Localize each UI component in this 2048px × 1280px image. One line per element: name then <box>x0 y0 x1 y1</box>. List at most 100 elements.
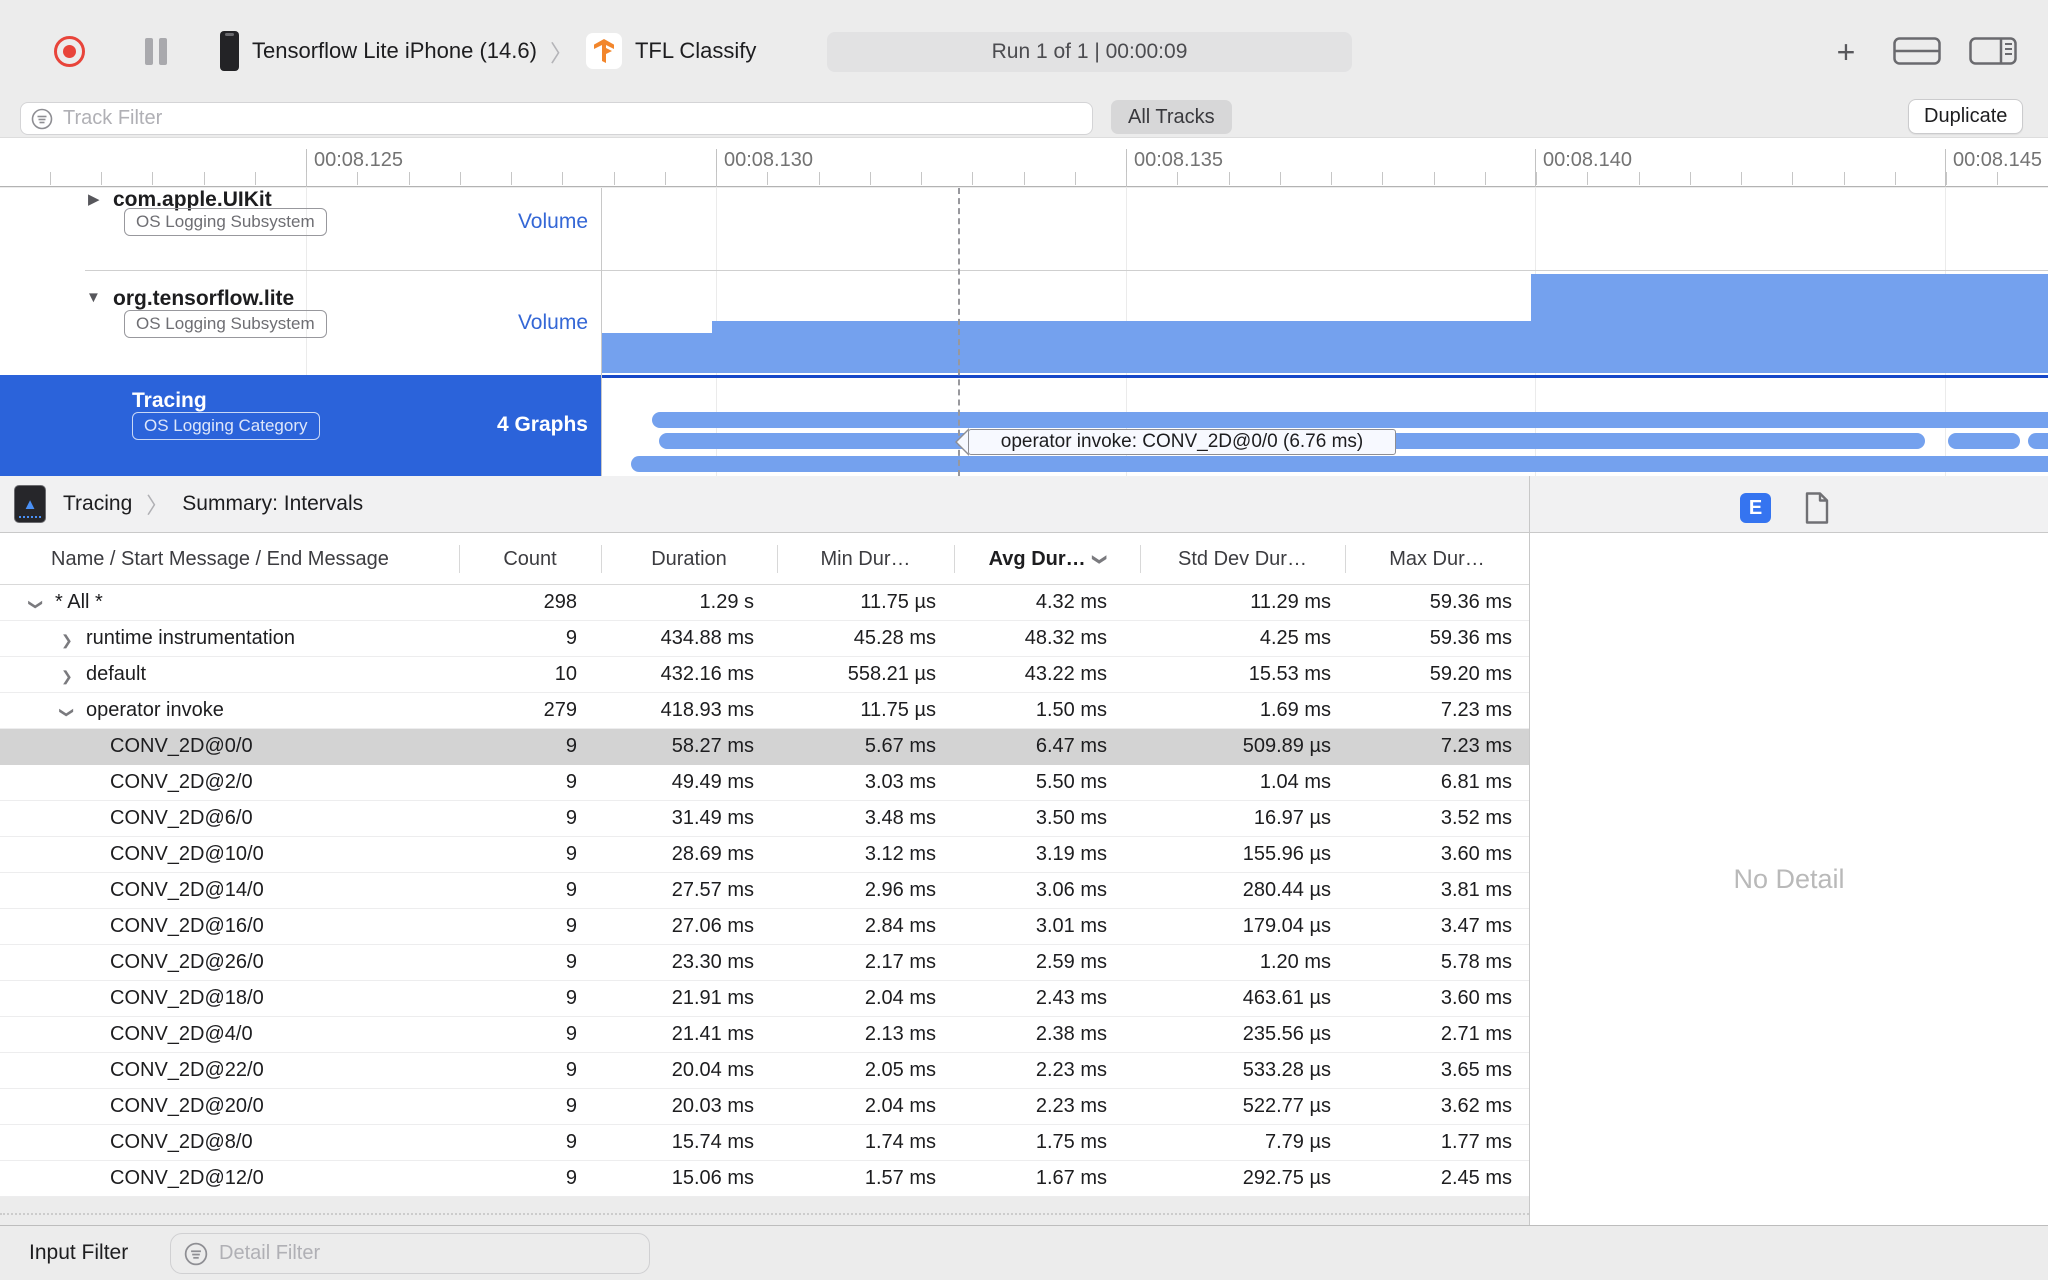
row-name: runtime instrumentation <box>86 627 295 649</box>
column-header-duration[interactable]: Duration <box>601 533 777 585</box>
cell-avg: 1.50 ms <box>1035 699 1107 721</box>
document-icon[interactable] <box>1804 492 1830 524</box>
interval-lane-bar[interactable] <box>652 412 2048 428</box>
table-row[interactable]: ❯ operator invoke 279 418.93 ms 11.75 µs 1.50… <box>0 693 1529 729</box>
input-filter-label: Input Filter <box>29 1241 129 1264</box>
ruler-tick <box>1331 172 1332 185</box>
track-area: ▶ com.apple.UIKit Volume OS Logging Subs… <box>0 188 2048 476</box>
ruler-timestamp: 00:08.130 <box>716 149 813 187</box>
table-row[interactable]: ❯ * All * 298 1.29 s 11.75 µs 4.32 ms 11.29 ms… <box>0 585 1529 621</box>
table-row[interactable]: ❯ default 10 432.16 ms 558.21 µs 43.22 ms 15.5… <box>0 657 1529 693</box>
column-header-avg-sorted[interactable]: Avg Dur… ❯ <box>954 533 1140 585</box>
interval-lane-bar[interactable] <box>1948 433 2020 449</box>
right-sidebar-toggle-button[interactable] <box>1969 37 2017 70</box>
table-row[interactable]: CONV_2D@20/0 9 20.03 ms 2.04 ms 2.23 ms 522.7… <box>0 1089 1529 1125</box>
chevron-right-icon: 〉 <box>146 493 169 518</box>
breadcrumb-instrument[interactable]: Tracing <box>63 492 132 516</box>
track-title: Tracing <box>132 389 207 412</box>
table-row[interactable]: ❯ runtime instrumentation 9 434.88 ms 45.28 … <box>0 621 1529 657</box>
all-tracks-segment[interactable]: All Tracks <box>1111 100 1232 134</box>
cell-count: 9 <box>565 1167 577 1189</box>
cell-count: 9 <box>565 879 577 901</box>
detail-filter-input[interactable]: Detail Filter <box>170 1233 650 1274</box>
disclosure-collapsed-icon[interactable]: ▶ <box>88 190 100 208</box>
ruler-tick <box>1382 172 1384 185</box>
track-tracing-selected[interactable]: Tracing 4 Graphs OS Logging Category <box>0 375 601 476</box>
cell-count: 9 <box>565 735 577 757</box>
interval-lane-bar[interactable] <box>2028 433 2048 449</box>
cell-min: 2.84 ms <box>864 915 936 937</box>
cell-count: 9 <box>565 1131 577 1153</box>
table-row[interactable]: CONV_2D@12/0 9 15.06 ms 1.57 ms 1.67 ms 292.7… <box>0 1161 1529 1197</box>
ruler-tick <box>1587 172 1589 185</box>
breadcrumb-page[interactable]: Summary: Intervals <box>182 492 363 516</box>
volume-bar[interactable] <box>712 321 1531 373</box>
record-dot-icon <box>63 45 76 58</box>
cell-std: 179.04 µs <box>1242 915 1331 937</box>
volume-bar[interactable] <box>602 333 712 373</box>
ruler-tick <box>152 172 154 185</box>
chevron-right-icon: 〉 <box>549 40 573 66</box>
ruler-tick <box>1228 172 1230 185</box>
ruler-tick <box>562 172 564 185</box>
cell-min: 5.67 ms <box>864 735 936 757</box>
track-filter-input[interactable]: Track Filter <box>20 102 1093 135</box>
ruler-tick <box>767 172 769 185</box>
interval-lane-bar[interactable] <box>631 456 2048 472</box>
row-disclosure-collapsed-icon[interactable]: ❯ <box>61 632 73 649</box>
cell-duration: 21.91 ms <box>671 987 754 1009</box>
cell-duration: 20.04 ms <box>671 1059 754 1081</box>
row-disclosure-expanded-icon[interactable]: ❯ <box>58 707 75 719</box>
table-row[interactable]: CONV_2D@6/0 9 31.49 ms 3.48 ms 3.50 ms 16.97 … <box>0 801 1529 837</box>
record-button[interactable] <box>54 36 85 67</box>
cell-std: 235.56 µs <box>1242 1023 1331 1045</box>
table-row[interactable]: CONV_2D@2/0 9 49.49 ms 3.03 ms 5.50 ms 1.04 m… <box>0 765 1529 801</box>
run-status-display[interactable]: Run 1 of 1 | 00:00:09 <box>827 32 1352 72</box>
extended-detail-button[interactable]: E <box>1740 493 1771 523</box>
cell-avg: 3.50 ms <box>1035 807 1107 829</box>
toolbar: Tensorflow Lite iPhone (14.6) 〉 TFL Clas… <box>0 0 2048 98</box>
row-name: CONV_2D@6/0 <box>110 807 253 829</box>
ruler-timestamp: 00:08.125 <box>306 149 403 187</box>
add-instrument-button[interactable]: + <box>1826 34 1866 70</box>
cell-count: 9 <box>565 1023 577 1045</box>
ruler-tick <box>1177 172 1179 185</box>
row-name: CONV_2D@12/0 <box>110 1167 264 1189</box>
table-row[interactable]: CONV_2D@16/0 9 27.06 ms 2.84 ms 3.01 ms 179.0… <box>0 909 1529 945</box>
volume-bar[interactable] <box>1531 274 2048 373</box>
table-row[interactable]: CONV_2D@26/0 9 23.30 ms 2.17 ms 2.59 ms 1.20 … <box>0 945 1529 981</box>
table-row-selected[interactable]: CONV_2D@0/0 9 58.27 ms 5.67 ms 6.47 ms 509.89… <box>0 729 1529 765</box>
cell-std: 11.29 ms <box>1250 591 1331 613</box>
cell-count: 298 <box>543 591 577 613</box>
duplicate-button[interactable]: Duplicate <box>1908 99 2024 134</box>
disclosure-expanded-icon[interactable]: ▼ <box>86 289 101 306</box>
row-name: CONV_2D@22/0 <box>110 1059 264 1081</box>
table-row[interactable]: CONV_2D@18/0 9 21.91 ms 2.04 ms 2.43 ms 463.6… <box>0 981 1529 1017</box>
column-header-min[interactable]: Min Dur… <box>777 533 954 585</box>
device-target-selector[interactable]: Tensorflow Lite iPhone (14.6) 〉 TFL Clas… <box>220 30 756 72</box>
column-header-max[interactable]: Max Dur… <box>1345 533 1529 585</box>
pause-button[interactable] <box>142 38 172 65</box>
ruler-tick <box>1536 172 1537 185</box>
ruler-tick <box>869 172 871 185</box>
column-header-count[interactable]: Count <box>459 533 601 585</box>
row-disclosure-expanded-icon[interactable]: ❯ <box>27 599 44 611</box>
cell-avg: 3.19 ms <box>1035 843 1107 865</box>
track-panel-divider[interactable] <box>601 188 602 476</box>
table-row[interactable]: CONV_2D@10/0 9 28.69 ms 3.12 ms 3.19 ms 155.9… <box>0 837 1529 873</box>
interval-tooltip: operator invoke: CONV_2D@0/0 (6.76 ms) <box>968 429 1396 455</box>
table-row[interactable]: CONV_2D@8/0 9 15.74 ms 1.74 ms 1.75 ms 7.79 µ… <box>0 1125 1529 1161</box>
table-row[interactable]: CONV_2D@22/0 9 20.04 ms 2.05 ms 2.23 ms 533.2… <box>0 1053 1529 1089</box>
column-header-stddev[interactable]: Std Dev Dur… <box>1140 533 1345 585</box>
ruler-tick <box>921 172 922 185</box>
column-header-name[interactable]: Name / Start Message / End Message <box>0 533 459 585</box>
cell-std: 280.44 µs <box>1242 879 1331 901</box>
row-disclosure-collapsed-icon[interactable]: ❯ <box>61 668 73 685</box>
bottom-pane-toggle-button[interactable] <box>1893 37 1941 70</box>
cell-duration: 27.06 ms <box>671 915 754 937</box>
table-row[interactable]: CONV_2D@4/0 9 21.41 ms 2.13 ms 2.38 ms 235.56… <box>0 1017 1529 1053</box>
cell-count: 9 <box>565 771 577 793</box>
table-row[interactable]: CONV_2D@14/0 9 27.57 ms 2.96 ms 3.06 ms 280.4… <box>0 873 1529 909</box>
detail-panel-divider[interactable] <box>1529 476 1530 1225</box>
timeline-ruler[interactable]: 00:08.125 00:08.130 00:08.135 00:08.140 00:0… <box>0 137 2048 187</box>
